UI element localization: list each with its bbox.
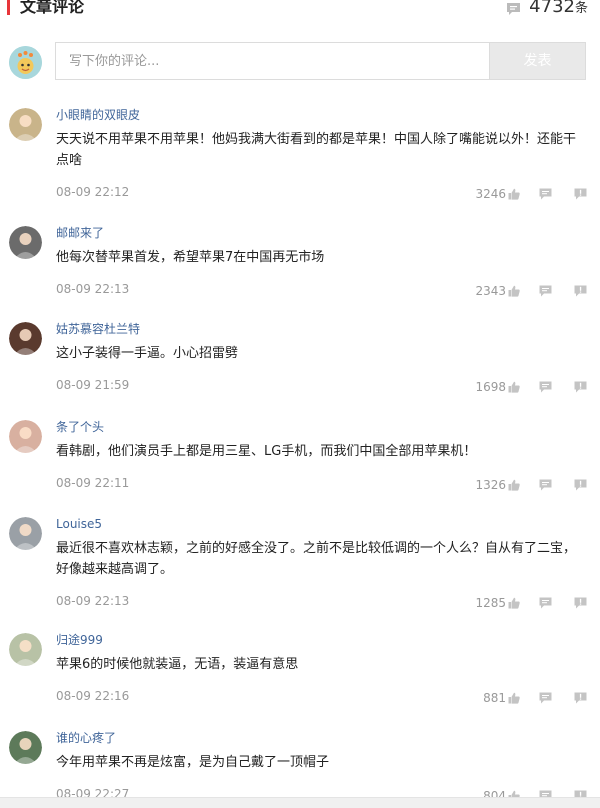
like-count: 1698	[475, 380, 506, 394]
reply-icon[interactable]	[539, 594, 552, 613]
like-button[interactable]: 2343	[475, 283, 520, 299]
thumbs-up-icon	[508, 692, 520, 704]
comment-time: 08-09 22:13	[56, 594, 130, 608]
reply-icon[interactable]	[539, 689, 552, 708]
comment-time: 08-09 22:12	[56, 185, 130, 199]
thumbs-up-icon	[508, 479, 520, 491]
like-button[interactable]: 3246	[475, 186, 520, 202]
commenter-name[interactable]: 姑苏慕容杜兰特	[56, 320, 140, 338]
commenter-avatar[interactable]	[9, 108, 42, 141]
commenter-name[interactable]: 小眼睛的双眼皮	[56, 106, 140, 124]
comments-header: 文章评论 4732条	[0, 0, 600, 26]
report-icon[interactable]	[574, 594, 587, 613]
thumbs-up-icon	[508, 381, 520, 393]
thumbs-up-icon	[508, 188, 520, 200]
comment-count: 4732条	[507, 0, 588, 21]
commenter-name[interactable]: 谁的心疼了	[56, 729, 116, 747]
like-count: 3246	[475, 187, 506, 201]
section-title: 文章评论	[20, 0, 85, 16]
commenter-avatar[interactable]	[9, 420, 42, 453]
comment-count-value: 4732	[529, 0, 575, 17]
comment-text: 最近很不喜欢林志颖，之前的好感全没了。之前不是比较低调的一个人么？自从有了二宝，…	[56, 541, 577, 577]
comment-count-icon	[506, 0, 521, 23]
commenter-avatar[interactable]	[9, 226, 42, 259]
report-icon[interactable]	[574, 689, 587, 708]
commenter-avatar[interactable]	[9, 517, 42, 550]
like-button[interactable]: 1698	[475, 379, 520, 395]
comment-input[interactable]: 写下你的评论...	[55, 42, 489, 80]
comment-count-unit: 条	[574, 1, 588, 16]
comment-composer: 写下你的评论... 发表	[0, 42, 600, 84]
like-button[interactable]: 881	[483, 690, 520, 706]
comment-text: 这小子装得一手逼。小心招雷劈	[56, 346, 239, 361]
report-icon[interactable]	[574, 185, 587, 204]
comment-time: 08-09 21:59	[56, 378, 130, 392]
comment-text: 他每次替苹果首发，希望苹果7在中国再无市场	[56, 250, 325, 265]
report-icon[interactable]	[574, 282, 587, 301]
like-button[interactable]: 1285	[475, 595, 520, 611]
comment-text: 天天说不用苹果不用苹果！他妈我满大街看到的都是苹果！中国人除了嘴能说以外！还能干…	[56, 132, 577, 168]
comment-time: 08-09 22:13	[56, 282, 130, 296]
thumbs-up-icon	[508, 285, 520, 297]
like-button[interactable]: 1326	[475, 477, 520, 493]
commenter-avatar[interactable]	[9, 633, 42, 666]
comment-time: 08-09 22:16	[56, 689, 130, 703]
commenter-name[interactable]: 归途999	[56, 631, 103, 649]
comment-text: 今年用苹果不再是炫富，是为自己戴了一顶帽子	[56, 755, 330, 770]
send-button[interactable]: 发表	[489, 42, 586, 80]
reply-icon[interactable]	[539, 282, 552, 301]
reply-icon[interactable]	[539, 185, 552, 204]
reply-icon[interactable]	[539, 378, 552, 397]
commenter-avatar[interactable]	[9, 322, 42, 355]
commenter-name[interactable]: 邮邮来了	[56, 224, 104, 242]
commenter-name[interactable]: 条了个头	[56, 418, 104, 436]
bottom-edge	[0, 797, 600, 808]
report-icon[interactable]	[574, 476, 587, 495]
commenter-name[interactable]: Louise5	[56, 515, 102, 533]
like-count: 1285	[475, 596, 506, 610]
commenter-avatar[interactable]	[9, 731, 42, 764]
thumbs-up-icon	[508, 597, 520, 609]
like-count: 1326	[475, 478, 506, 492]
like-count: 2343	[475, 284, 506, 298]
reply-icon[interactable]	[539, 476, 552, 495]
comment-text: 看韩剧，他们演员手上都是用三星、LG手机，而我们中国全部用苹果机！	[56, 444, 477, 459]
current-user-avatar	[9, 46, 42, 79]
comment-time: 08-09 22:11	[56, 476, 130, 490]
comment-text: 苹果6的时候他就装逼，无语，装逼有意思	[56, 657, 299, 672]
report-icon[interactable]	[574, 378, 587, 397]
section-accent-bar	[7, 0, 10, 15]
like-count: 881	[483, 691, 506, 705]
